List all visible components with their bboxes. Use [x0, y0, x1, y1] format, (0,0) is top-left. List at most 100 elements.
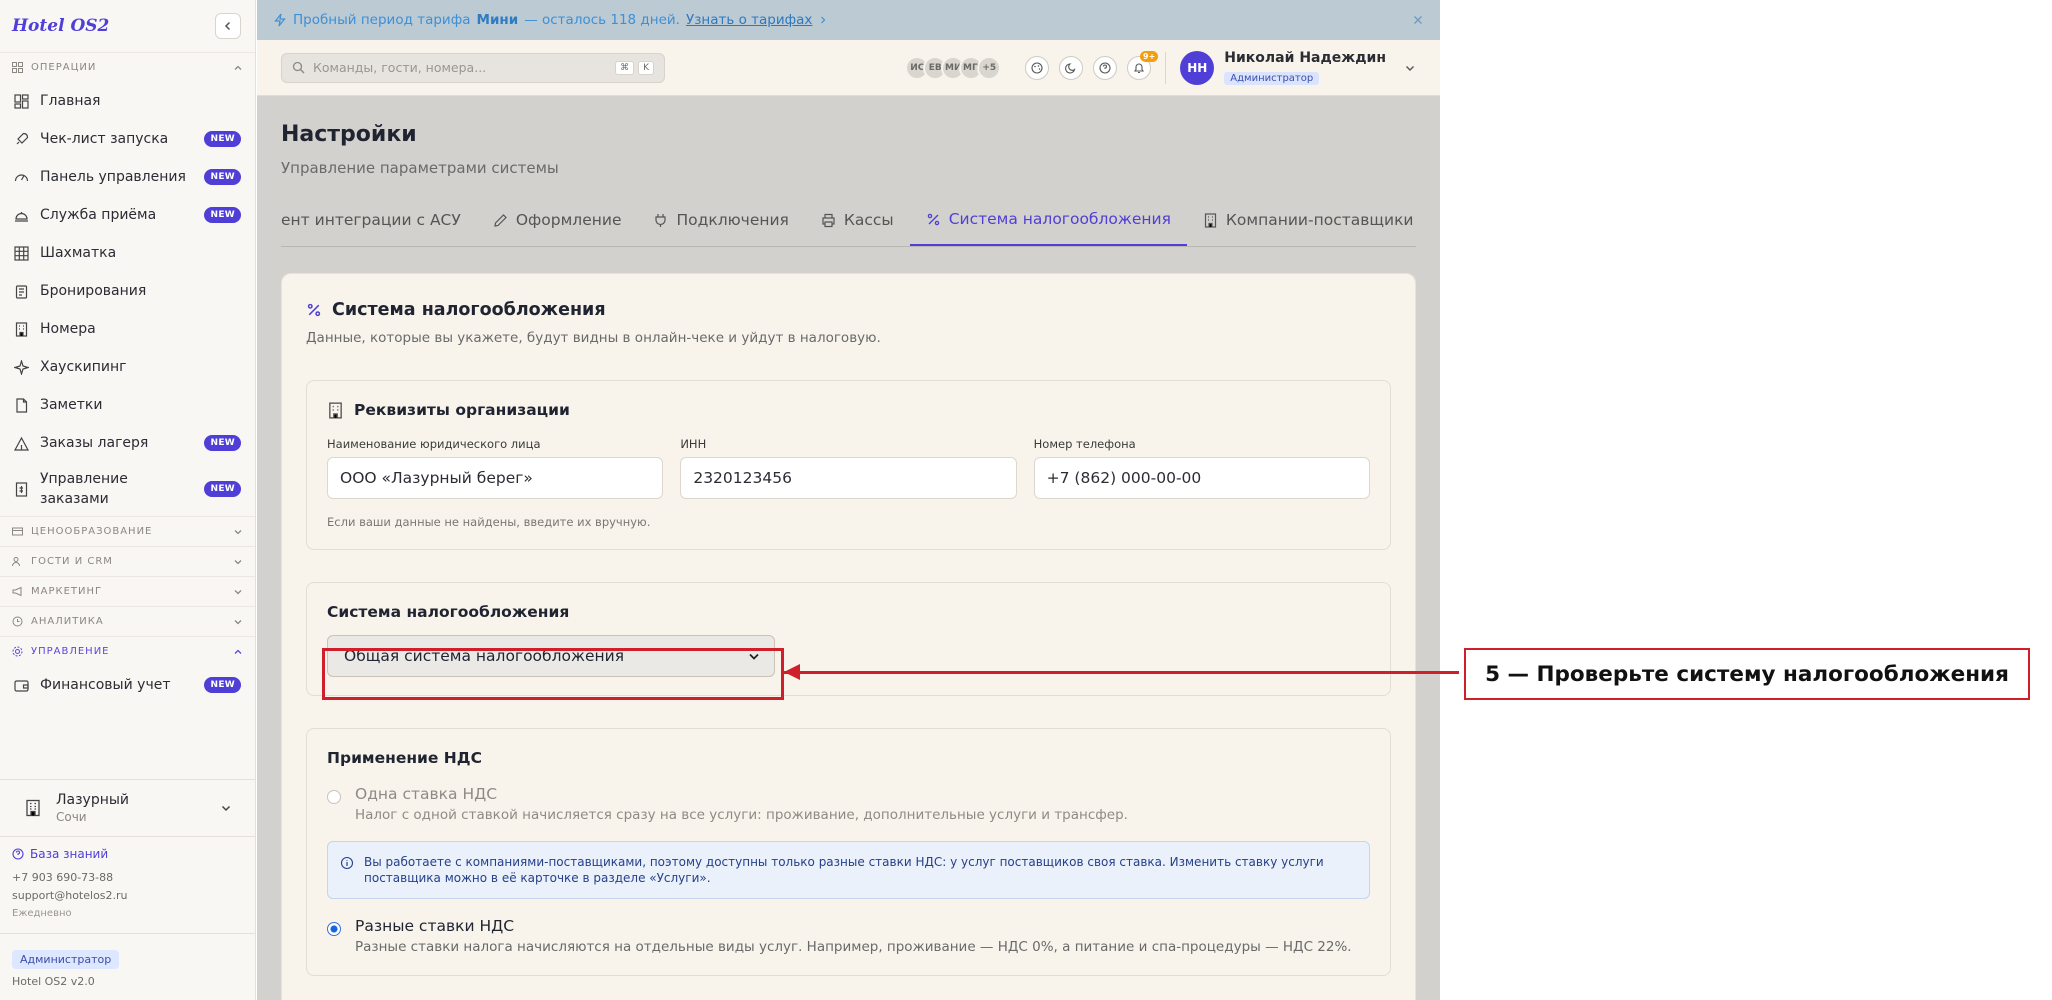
legal-name-field: Наименование юридического лица ООО «Лазу…: [327, 437, 664, 499]
hotel-selector[interactable]: Лазурный Сочи: [0, 779, 256, 837]
receipt-icon: [15, 481, 28, 497]
more-users-count[interactable]: +5: [977, 55, 1002, 80]
section-label: УПРАВЛЕНИЕ: [31, 646, 110, 657]
radio-single-vat[interactable]: [327, 790, 341, 804]
section-label: ГОСТИ И CRM: [31, 556, 113, 567]
section-management[interactable]: УПРАВЛЕНИЕ: [0, 636, 255, 666]
section-marketing[interactable]: МАРКЕТИНГ: [0, 576, 255, 606]
card-title-text: Система налогообложения: [332, 300, 606, 320]
gear-icon: [12, 646, 23, 657]
vat-option-multi[interactable]: Разные ставки НДС Разные ставки налога н…: [327, 917, 1370, 955]
percent-icon: [307, 303, 321, 317]
tab-cash-registers[interactable]: Кассы: [805, 207, 910, 246]
new-badge: NEW: [204, 481, 241, 497]
pencil-icon: [494, 213, 507, 227]
notification-count: 9+: [1140, 50, 1159, 62]
banner-plan: Мини: [476, 12, 519, 28]
sidebar-item-camp-orders[interactable]: Заказы лагеря NEW: [0, 424, 255, 462]
new-badge: NEW: [204, 207, 241, 223]
sidebar-item-label: Чек-лист запуска: [40, 131, 169, 147]
sidebar-item-label: Служба приёма: [40, 207, 157, 223]
support-phone[interactable]: +7 903 690-73-88: [12, 869, 244, 887]
search-placeholder: Команды, гости, номера...: [313, 60, 487, 75]
org-hint: Если ваши данные не найдены, введите их …: [327, 515, 651, 529]
chevron-up-icon: [234, 65, 242, 70]
command-search[interactable]: Команды, гости, номера... ⌘ K: [281, 52, 665, 83]
tab-supplier-companies[interactable]: Компании-поставщики: [1187, 207, 1416, 246]
option-desc: Налог с одной ставкой начисляется сразу …: [355, 807, 1128, 823]
section-label: МАРКЕТИНГ: [31, 586, 103, 597]
clock-icon: [12, 616, 23, 627]
printer-icon: [822, 213, 835, 227]
kbd-k: K: [638, 60, 654, 75]
sidebar-item-chessboard[interactable]: Шахматка: [0, 234, 255, 272]
tab-label: ент интеграции с АСУ: [281, 211, 461, 229]
tab-asu-integration[interactable]: ент интеграции с АСУ: [281, 207, 477, 246]
hotel-city: Сочи: [56, 810, 87, 824]
sidebar-item-bookings[interactable]: Бронирования: [0, 272, 255, 310]
sidebar-item-home[interactable]: Главная: [0, 82, 255, 120]
sidebar-item-front-desk[interactable]: Служба приёма NEW: [0, 196, 255, 234]
org-fields: Наименование юридического лица ООО «Лазу…: [327, 437, 1370, 499]
knowledge-base-link[interactable]: База знаний: [12, 847, 244, 861]
section-label: АНАЛИТИКА: [31, 616, 104, 627]
lightning-icon: [274, 13, 286, 27]
option-title: Разные ставки НДС: [355, 917, 515, 935]
legal-name-input[interactable]: ООО «Лазурный берег»: [327, 457, 664, 499]
card-title: Система налогообложения: [306, 300, 1391, 320]
online-users[interactable]: ИС ЕВ МИ МП +5: [905, 55, 1002, 80]
sidebar-item-housekeeping[interactable]: Хаускипинг: [0, 348, 255, 386]
field-label: Наименование юридического лица: [327, 437, 541, 451]
inn-field: ИНН 2320123456: [680, 437, 1017, 499]
radio-multi-vat[interactable]: [327, 922, 341, 936]
sidebar-bottom: Лазурный Сочи База знаний +7 903 690-73-…: [0, 779, 256, 1000]
sidebar-item-label: Панель управления: [40, 169, 186, 185]
palette-icon: [1031, 61, 1043, 74]
dashboard-icon: [14, 93, 29, 109]
sidebar-item-label: Шахматка: [40, 245, 117, 261]
gauge-icon: [14, 173, 29, 181]
theme-palette-button[interactable]: [1025, 55, 1050, 80]
sidebar-item-rooms[interactable]: Номера: [0, 310, 255, 348]
chevron-down-icon: [234, 619, 242, 624]
tab-connections[interactable]: Подключения: [637, 207, 804, 246]
banner-link[interactable]: Узнать о тарифах: [686, 12, 812, 28]
inn-input[interactable]: 2320123456: [680, 457, 1017, 499]
tab-appearance[interactable]: Оформление: [477, 207, 638, 246]
hotel-name: Лазурный: [56, 792, 130, 808]
sidebar-item-notes[interactable]: Заметки: [0, 386, 255, 424]
supplier-info-box: Вы работаете с компаниями-поставщиками, …: [327, 841, 1370, 899]
vat-option-single[interactable]: Одна ставка НДС Налог с одной ставкой на…: [327, 785, 1370, 823]
section-guests-crm[interactable]: ГОСТИ И CRM: [0, 546, 255, 576]
tab-label: Кассы: [843, 211, 894, 229]
section-operations[interactable]: ОПЕРАЦИИ: [0, 52, 255, 82]
card-icon: [12, 527, 23, 536]
phone-field: Номер телефона +7 (862) 000-00-00: [1033, 437, 1370, 499]
phone-input[interactable]: +7 (862) 000-00-00: [1033, 457, 1370, 499]
help-circle-icon: [1099, 61, 1111, 74]
sidebar-item-label: Номера: [40, 321, 96, 337]
close-icon[interactable]: [1412, 14, 1424, 26]
tab-tax-system[interactable]: Система налогообложения: [909, 207, 1187, 246]
percent-icon: [927, 213, 939, 225]
notifications-button[interactable]: 9+: [1127, 50, 1159, 80]
plug-icon: [655, 213, 667, 227]
collapse-sidebar-button[interactable]: [215, 13, 241, 39]
annotation-highlight: [322, 648, 784, 700]
support-email[interactable]: support@hotelos2.ru: [12, 887, 244, 905]
tax-system-card: Система налогообложения Данные, которые …: [281, 273, 1416, 1000]
help-button[interactable]: [1093, 55, 1118, 80]
user-name: Николай Надеждин: [1224, 50, 1386, 66]
section-analytics[interactable]: АНАЛИТИКА: [0, 606, 255, 636]
banner-prefix: Пробный период тарифа: [293, 12, 471, 28]
sidebar-item-finance[interactable]: Финансовый учет NEW: [0, 666, 255, 704]
section-pricing[interactable]: ЦЕНООБРАЗОВАНИЕ: [0, 516, 255, 546]
sidebar-item-control-panel[interactable]: Панель управления NEW: [0, 158, 255, 196]
sidebar-item-order-management[interactable]: Управление заказами NEW: [0, 462, 255, 516]
app-logo[interactable]: Hotel OS2: [12, 16, 109, 36]
users-icon: [12, 557, 20, 567]
sidebar-item-launch-checklist[interactable]: Чек-лист запуска NEW: [0, 120, 255, 158]
dark-mode-button[interactable]: [1059, 55, 1084, 80]
user-menu[interactable]: НН Николай Надеждин Администратор: [1180, 50, 1416, 85]
vat-title: Применение НДС: [327, 749, 482, 767]
